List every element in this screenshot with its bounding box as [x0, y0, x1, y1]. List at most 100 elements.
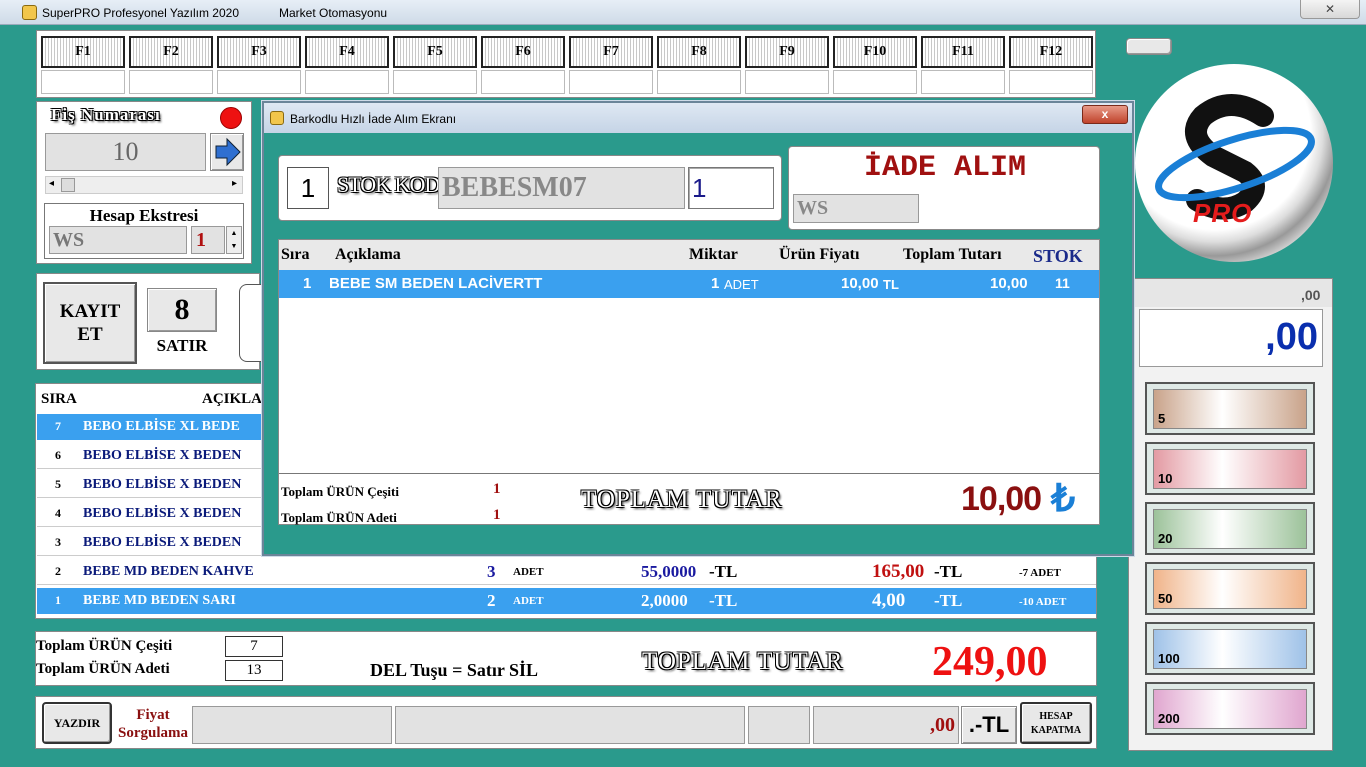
fkey-f7[interactable]: F7: [569, 36, 653, 96]
fkey-f5[interactable]: F5: [393, 36, 477, 96]
big-amount-field: ,00: [1139, 309, 1323, 367]
window-title: SuperPRO Profesyonel Yazılım 2020: [42, 6, 239, 20]
fkey-label[interactable]: F8: [657, 36, 741, 68]
fkey-label[interactable]: F6: [481, 36, 565, 68]
return-dialog: Barkodlu Hızlı İade Alım Ekranı x 1 STOK…: [262, 101, 1134, 556]
row-total: 4,00: [872, 590, 906, 611]
account-code-field[interactable]: WS: [49, 226, 187, 254]
dialog-close-button[interactable]: x: [1082, 105, 1128, 124]
fkey-label[interactable]: F9: [745, 36, 829, 68]
row-name: BEBO ELBİSE X BEDEN: [83, 506, 242, 521]
banknote-10-icon: 10: [1153, 449, 1307, 489]
window-close-button[interactable]: ✕: [1300, 0, 1360, 19]
dlg-total-label: TOPLAM TUTAR: [581, 486, 783, 513]
fkey-slot[interactable]: [217, 70, 301, 94]
dlg-row-sira: 1: [303, 275, 312, 292]
row-sira: 1: [55, 593, 61, 607]
banknote-100-button[interactable]: 100: [1145, 622, 1315, 675]
entry-qty-field[interactable]: 1: [287, 167, 329, 209]
fkey-slot[interactable]: [921, 70, 1005, 94]
banknote-value: 50: [1158, 591, 1173, 606]
fkey-slot[interactable]: [1009, 70, 1093, 94]
row-qty: 3: [487, 562, 496, 581]
fkey-f3[interactable]: F3: [217, 36, 301, 96]
dlg-variety-value: 1: [493, 481, 501, 497]
row-total-currency: -TL: [934, 591, 963, 610]
fkey-label[interactable]: F12: [1009, 36, 1093, 68]
fkey-slot[interactable]: [305, 70, 389, 94]
fkey-f4[interactable]: F4: [305, 36, 389, 96]
info-field-2[interactable]: [395, 706, 745, 744]
fkey-label[interactable]: F3: [217, 36, 301, 68]
row-sira: 7: [55, 419, 61, 433]
fkey-slot[interactable]: [129, 70, 213, 94]
dlg-row-currency: TL: [883, 277, 899, 292]
fkey-label[interactable]: F7: [569, 36, 653, 68]
variety-value: 7: [225, 636, 283, 657]
line-count: 8: [147, 288, 217, 332]
fkey-label[interactable]: F1: [41, 36, 125, 68]
save-label-1: KAYIT: [59, 301, 121, 322]
total-label: TOPLAM TUTAR: [642, 648, 844, 675]
banknote-5-button[interactable]: 5: [1145, 382, 1315, 435]
fkey-slot[interactable]: [393, 70, 477, 94]
fkey-label[interactable]: F5: [393, 36, 477, 68]
divider: [279, 473, 1099, 474]
price-check-label-2: Sorgulama: [117, 725, 188, 741]
blank-small-button[interactable]: [1126, 38, 1172, 55]
next-arrow-button[interactable]: [210, 133, 244, 171]
dialog-row[interactable]: 1 BEBE SM BEDEN LACİVERTT 1 ADET 10,00 TL 10,0…: [279, 270, 1099, 298]
fkey-slot[interactable]: [745, 70, 829, 94]
fkey-f11[interactable]: F11: [921, 36, 1005, 96]
scroll-thumb[interactable]: [61, 178, 75, 192]
fkey-slot[interactable]: [41, 70, 125, 94]
fkey-f9[interactable]: F9: [745, 36, 829, 96]
amount-field[interactable]: ,00: [813, 706, 959, 744]
stock-code-field[interactable]: BEBESM07: [438, 167, 685, 209]
banknote-50-button[interactable]: 50: [1145, 562, 1315, 615]
table-row[interactable]: 2 BEBE MD BEDEN KAHVE 3 ADET 55,0000 -TL 165,0…: [37, 559, 1096, 585]
price-check-button[interactable]: Fiyat Sorgulama: [116, 706, 190, 742]
scroll-left-icon: ◂: [49, 178, 55, 189]
count-label: Toplam ÜRÜN Adeti: [36, 661, 170, 677]
fkey-f8[interactable]: F8: [657, 36, 741, 96]
banknote-20-button[interactable]: 20: [1145, 502, 1315, 555]
account-qty-field[interactable]: 1: [191, 226, 225, 254]
save-button[interactable]: KAYIT ET: [43, 282, 137, 364]
small-amount: ,00: [1301, 287, 1321, 303]
table-row[interactable]: 1 BEBE MD BEDEN SARI 2 ADET 2,0000 -TL 4,00 -TL…: [37, 588, 1096, 614]
fkey-slot[interactable]: [481, 70, 565, 94]
print-button[interactable]: YAZDIR: [42, 702, 112, 744]
info-field-1[interactable]: [192, 706, 392, 744]
fkey-slot[interactable]: [569, 70, 653, 94]
fkey-f12[interactable]: F12: [1009, 36, 1093, 96]
fkey-f1[interactable]: F1: [41, 36, 125, 96]
fkey-f10[interactable]: F10: [833, 36, 917, 96]
receipt-number-field[interactable]: 10: [45, 133, 206, 171]
row-stock: -7 ADET: [1019, 567, 1061, 579]
receipt-scrollbar[interactable]: ◂ ▸: [45, 176, 243, 194]
fkey-slot[interactable]: [657, 70, 741, 94]
variety-label: Toplam ÜRÜN Çeşiti: [36, 638, 173, 654]
fkey-f6[interactable]: F6: [481, 36, 565, 96]
fkey-label[interactable]: F10: [833, 36, 917, 68]
close-account-button[interactable]: HESAP KAPATMA: [1020, 702, 1092, 744]
qty-spinner[interactable]: ▲ ▼: [226, 226, 242, 254]
arrow-right-icon: [215, 137, 241, 167]
info-field-3[interactable]: [748, 706, 810, 744]
fkey-f2[interactable]: F2: [129, 36, 213, 96]
stock-qty-field[interactable]: 1: [688, 167, 774, 209]
fkey-label[interactable]: F11: [921, 36, 1005, 68]
totals-panel: Toplam ÜRÜN Çeşiti 7 Toplam ÜRÜN Adeti 1…: [35, 631, 1097, 686]
row-name: BEBO ELBİSE X BEDEN: [83, 477, 242, 492]
dialog-account-field[interactable]: WS: [793, 194, 919, 223]
row-stock: -10 ADET: [1019, 596, 1067, 608]
banknote-10-button[interactable]: 10: [1145, 442, 1315, 495]
fkey-slot[interactable]: [833, 70, 917, 94]
fkey-label[interactable]: F4: [305, 36, 389, 68]
banknote-200-button[interactable]: 200: [1145, 682, 1315, 735]
app-icon: [22, 5, 37, 20]
row-qty: 2: [487, 591, 496, 610]
fkey-label[interactable]: F2: [129, 36, 213, 68]
line-count-label: SATIR: [156, 336, 208, 355]
